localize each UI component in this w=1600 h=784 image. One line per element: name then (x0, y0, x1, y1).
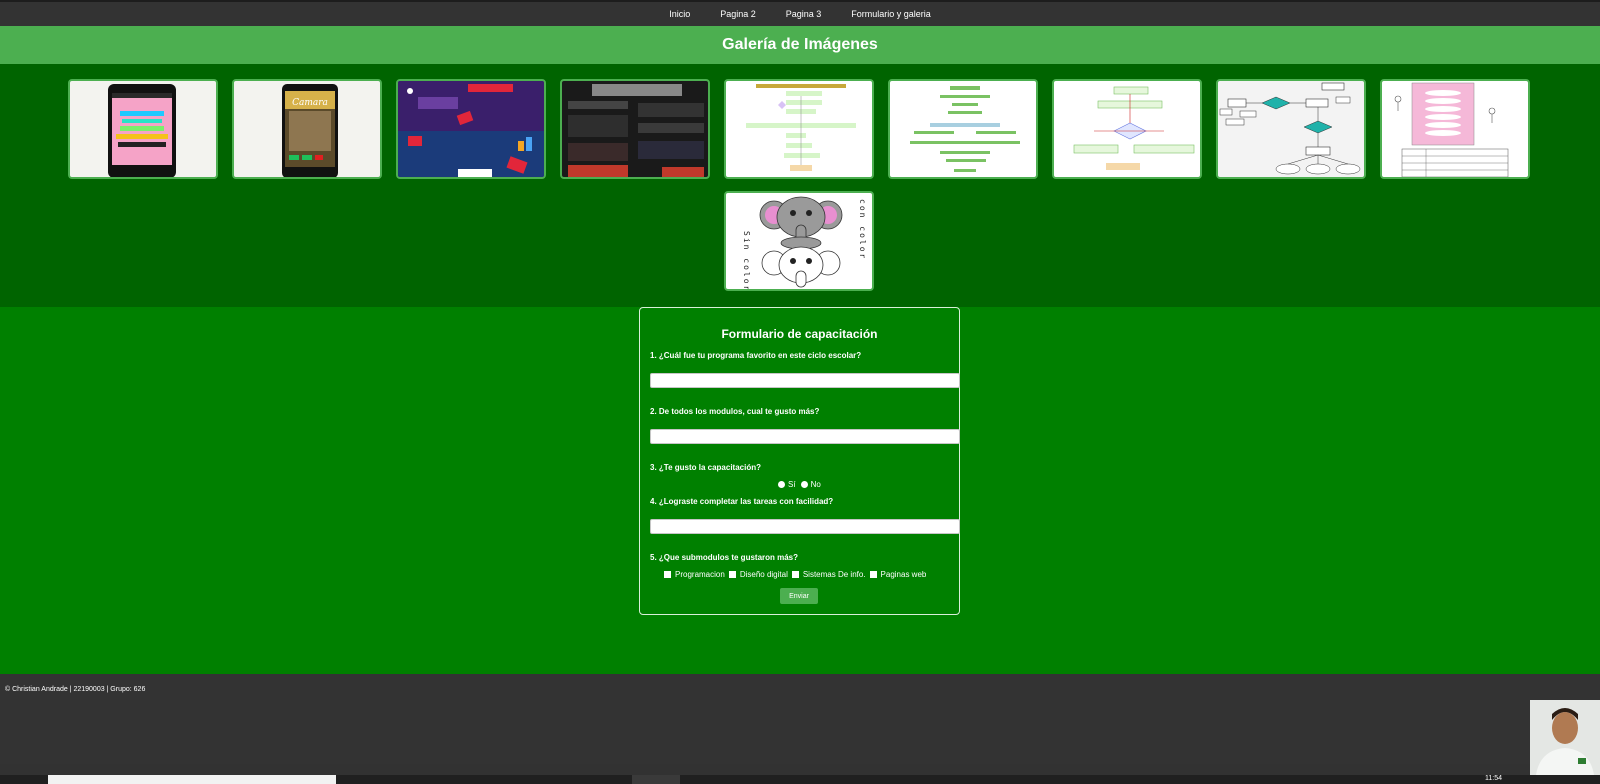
top-nav: Inicio Pagina 2 Pagina 3 Formulario y ga… (0, 0, 1600, 26)
checkbox-diseno-digital-label: Diseño digital (739, 570, 788, 579)
entity-relationship-diagram-image[interactable] (1216, 79, 1366, 179)
webcam-overlay (1530, 700, 1600, 775)
checkbox-programacion-label: Programacion (675, 570, 725, 579)
taskbar-app-icon[interactable] (632, 775, 680, 784)
radio-si-label: Sí (788, 480, 796, 489)
nav-pagina-2[interactable]: Pagina 2 (720, 9, 756, 19)
con-color-label: con color (858, 199, 867, 260)
question-5-label: 5. ¿Que submodulos te gustaron más? (650, 553, 799, 562)
gallery-banner: Galería de Imágenes (0, 26, 1600, 64)
training-form: Formulario de capacitación 1. ¿Cuál fue … (639, 307, 960, 615)
radio-no[interactable] (800, 481, 808, 488)
page-title: Galería de Imágenes (722, 36, 878, 53)
question-4-label: 4. ¿Lograste completar las tareas con fa… (650, 497, 834, 506)
checkbox-sistemas-info-label: Sistemas De info. (802, 570, 866, 579)
form-title: Formulario de capacitación (721, 327, 878, 341)
flowchart-image-1[interactable] (724, 79, 874, 179)
question-1-label: 1. ¿Cuál fue tu programa favorito en est… (650, 351, 862, 360)
checkbox-sistemas-info[interactable] (791, 571, 799, 578)
question-3-label: 3. ¿Te gusto la capacitación? (650, 463, 761, 472)
footer: © Christian Andrade | 22190003 | Grupo: … (0, 674, 1600, 764)
sin-color-label: Sin color (742, 231, 751, 291)
elephant-coloring-image[interactable]: con color Sin color (724, 191, 874, 291)
use-case-diagram-image[interactable] (1380, 79, 1530, 179)
nav-pagina-3[interactable]: Pagina 3 (786, 9, 822, 19)
question-4-input[interactable] (650, 519, 960, 534)
youtube-infographic-image[interactable] (396, 79, 546, 179)
question-1-input[interactable] (650, 373, 960, 388)
checkbox-programacion[interactable] (664, 571, 671, 578)
taskbar: 11:54 (0, 775, 1600, 784)
question-3-options: Sí No (778, 480, 821, 489)
question-2-input[interactable] (650, 429, 960, 444)
flowchart-image-3[interactable] (1052, 79, 1202, 179)
radio-no-label: No (810, 480, 821, 489)
submit-button[interactable]: Enviar (780, 588, 818, 604)
question-2-label: 2. De todos los modulos, cual te gusto m… (650, 407, 820, 416)
dark-infographic-image[interactable] (560, 79, 710, 179)
taskbar-search[interactable] (48, 775, 336, 784)
checkbox-paginas-web-label: Paginas web (880, 570, 927, 579)
question-5-options: Programacion Diseño digital Sistemas De … (664, 570, 926, 579)
footer-credit: © Christian Andrade | 22190003 | Grupo: … (5, 686, 146, 693)
flowchart-image-2[interactable] (888, 79, 1038, 179)
radio-si[interactable] (778, 481, 785, 488)
camara-label: Camara (292, 98, 328, 108)
phone-app-menu-image[interactable] (68, 79, 218, 179)
checkbox-paginas-web[interactable] (869, 571, 877, 578)
nav-inicio[interactable]: Inicio (669, 9, 690, 19)
form-section: Formulario de capacitación 1. ¿Cuál fue … (0, 307, 1600, 674)
taskbar-clock: 11:54 (1485, 775, 1502, 782)
nav-formulario-galeria[interactable]: Formulario y galeria (851, 9, 931, 19)
phone-camera-app-image[interactable]: Camara (232, 79, 382, 179)
image-gallery: Camara con color Sin color (0, 64, 1600, 307)
checkbox-diseno-digital[interactable] (728, 571, 736, 578)
